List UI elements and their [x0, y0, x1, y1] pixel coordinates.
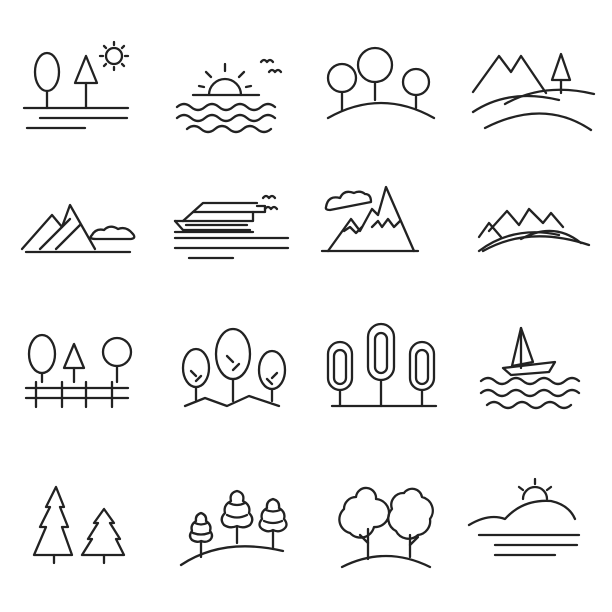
bush-trees-hills-icon — [153, 459, 306, 612]
cruise-ship-icon — [153, 153, 306, 306]
trees-sun-lake-icon — [0, 0, 153, 153]
mountains-cloud-icon — [0, 153, 153, 306]
fir-trees-icon — [0, 459, 153, 612]
sunset-hill-lake-icon — [459, 459, 612, 612]
mountains-hills-tree-icon — [459, 0, 612, 153]
forest-trees-icon — [153, 306, 306, 459]
round-trees-hill-icon — [306, 459, 459, 612]
sunset-sea-birds-icon — [153, 0, 306, 153]
sailboat-waves-icon — [459, 306, 612, 459]
mountain-range-hills-icon — [459, 153, 612, 306]
landscape-icon-set — [0, 0, 612, 612]
snowy-mountains-cloud-icon — [306, 153, 459, 306]
tall-trees-icon — [306, 306, 459, 459]
trees-on-hill-icon — [306, 0, 459, 153]
trees-fence-icon — [0, 306, 153, 459]
